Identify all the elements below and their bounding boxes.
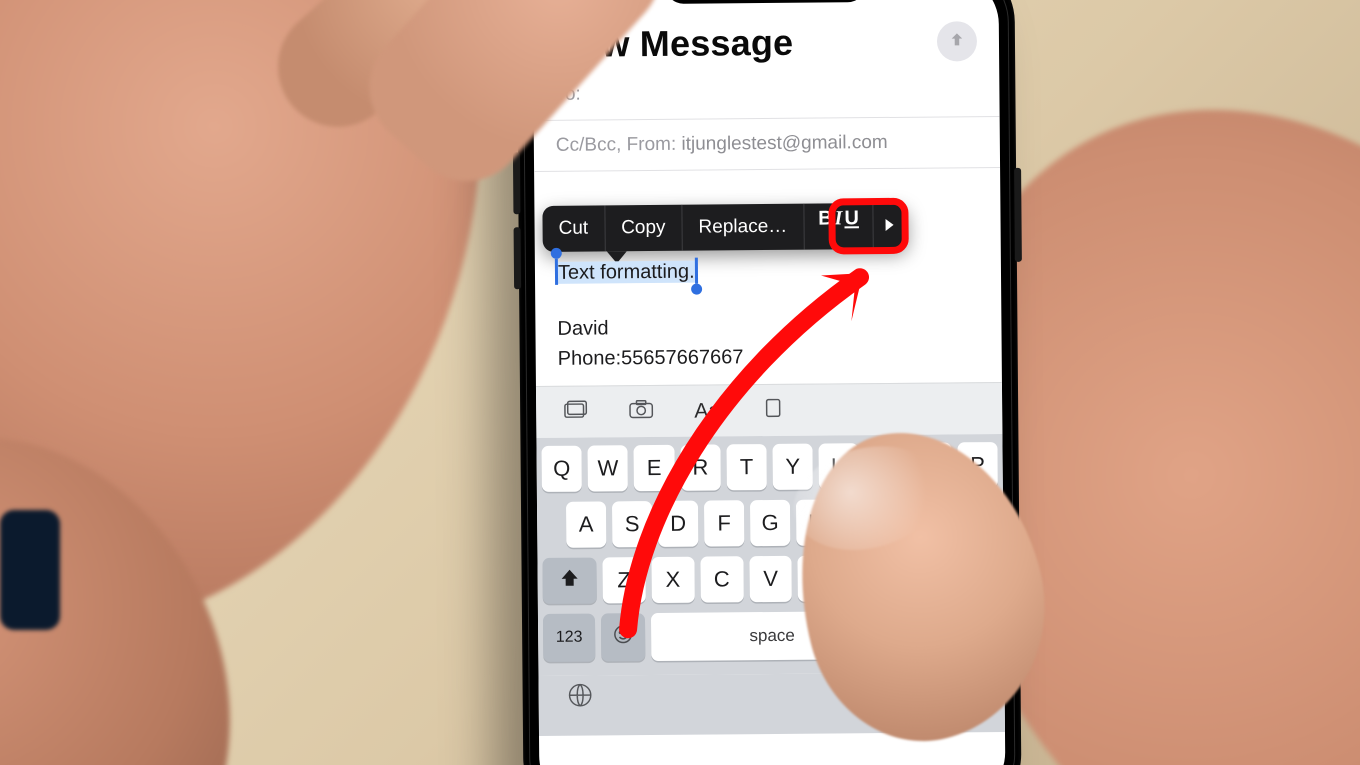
key-e[interactable]: E bbox=[634, 445, 675, 491]
key-c[interactable]: C bbox=[700, 556, 743, 602]
globe-key[interactable] bbox=[567, 682, 594, 714]
ccbcc-field[interactable]: Cc/Bcc, From: itjunglestest@gmail.com bbox=[534, 117, 1000, 172]
copy-menu-item[interactable]: Copy bbox=[605, 205, 682, 252]
key-x[interactable]: X bbox=[651, 557, 694, 603]
text-selection[interactable]: Text formatting. bbox=[557, 257, 696, 288]
key-g[interactable]: G bbox=[750, 500, 790, 546]
key-v[interactable]: V bbox=[749, 556, 792, 602]
key-f[interactable]: F bbox=[704, 500, 744, 546]
signature-phone-line: Phone:55657667667 bbox=[558, 340, 980, 374]
cut-menu-item[interactable]: Cut bbox=[542, 205, 604, 252]
key-z[interactable]: Z bbox=[602, 557, 645, 603]
globe-icon bbox=[567, 696, 594, 713]
photo-library-button[interactable] bbox=[544, 393, 606, 432]
key-a[interactable]: A bbox=[566, 501, 606, 547]
key-w[interactable]: W bbox=[588, 445, 629, 491]
replace-menu-item[interactable]: Replace… bbox=[682, 204, 803, 251]
text-format-icon: Aa bbox=[694, 399, 720, 423]
emoji-key[interactable] bbox=[601, 613, 645, 661]
key-q[interactable]: Q bbox=[541, 446, 582, 492]
text-context-menu: Cut Copy Replace… B I U bbox=[542, 203, 908, 252]
quicktype-bar: Aa bbox=[536, 382, 1002, 438]
signature-name: David bbox=[557, 310, 979, 344]
bold-icon: B bbox=[818, 203, 833, 233]
key-d[interactable]: D bbox=[658, 501, 698, 547]
volume-down-button bbox=[514, 227, 522, 289]
shift-key[interactable] bbox=[542, 558, 596, 604]
document-icon bbox=[760, 396, 786, 424]
volume-up-button bbox=[513, 152, 521, 214]
key-s[interactable]: S bbox=[612, 501, 652, 547]
watch bbox=[0, 510, 60, 630]
message-body[interactable]: Cut Copy Replace… B I U bbox=[534, 168, 1002, 386]
attachment-button[interactable] bbox=[742, 391, 804, 430]
from-email: itjunglestest@gmail.com bbox=[681, 132, 887, 155]
selection-handle-start[interactable] bbox=[555, 259, 558, 285]
key-t[interactable]: T bbox=[726, 444, 767, 490]
send-button[interactable] bbox=[937, 21, 977, 61]
ccbcc-label: Cc/Bcc, From: bbox=[556, 134, 677, 156]
format-button[interactable]: Aa bbox=[676, 392, 738, 431]
biu-menu-item[interactable]: B I U bbox=[804, 203, 873, 250]
selection-handle-end[interactable] bbox=[695, 258, 698, 284]
arrow-up-icon bbox=[948, 30, 966, 53]
key-r[interactable]: R bbox=[680, 444, 721, 490]
emoji-icon bbox=[612, 623, 634, 651]
number-switch-key[interactable]: 123 bbox=[543, 614, 595, 662]
camera-icon bbox=[628, 398, 654, 426]
power-button bbox=[1014, 168, 1022, 262]
signature-block: David Phone:55657667667 bbox=[557, 310, 980, 374]
shift-icon bbox=[560, 568, 580, 594]
camera-button[interactable] bbox=[610, 392, 672, 431]
more-menu-item[interactable] bbox=[874, 211, 908, 241]
italic-icon: I bbox=[834, 203, 842, 233]
chevron-right-icon bbox=[884, 211, 896, 241]
to-field[interactable]: To: bbox=[533, 66, 999, 121]
underline-icon: U bbox=[844, 203, 859, 233]
photo-stack-icon bbox=[562, 398, 588, 426]
selected-text: Text formatting. bbox=[557, 261, 696, 284]
